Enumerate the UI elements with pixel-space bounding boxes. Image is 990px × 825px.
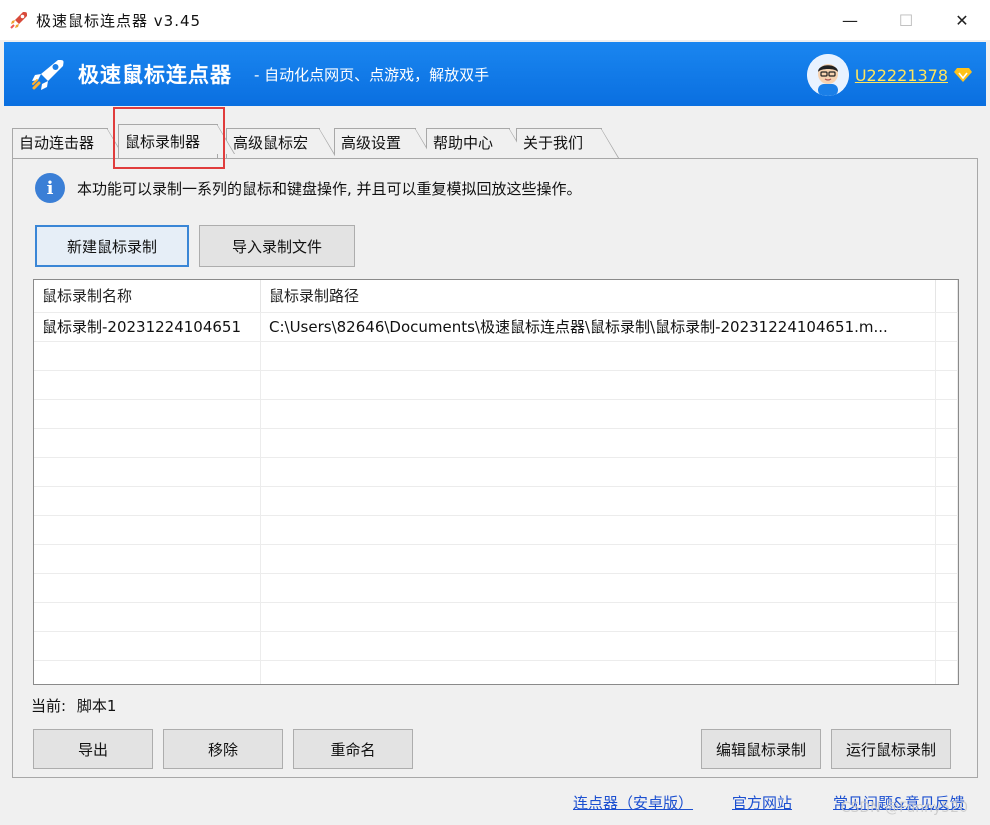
remove-button[interactable]: 移除 bbox=[163, 729, 283, 769]
current-value: 脚本1 bbox=[76, 697, 117, 715]
header-banner: 极速鼠标连点器 - 自动化点网页、点游戏，解放双手 U22221378 bbox=[4, 42, 986, 106]
empty-row bbox=[34, 428, 958, 457]
rocket-icon bbox=[8, 9, 30, 31]
empty-row bbox=[34, 486, 958, 515]
empty-row bbox=[34, 544, 958, 573]
android-version-link[interactable]: 连点器（安卓版） bbox=[573, 792, 693, 813]
table-header: 鼠标录制名称 鼠标录制路径 bbox=[34, 280, 958, 312]
brand-name: 极速鼠标连点器 bbox=[78, 63, 232, 87]
new-recording-button[interactable]: 新建鼠标录制 bbox=[35, 225, 189, 267]
rename-button[interactable]: 重命名 bbox=[293, 729, 413, 769]
recordings-table[interactable]: 鼠标录制名称 鼠标录制路径 鼠标录制-20231224104651 C:\Use… bbox=[33, 279, 959, 685]
info-icon: i bbox=[35, 173, 65, 203]
edit-recording-button[interactable]: 编辑鼠标录制 bbox=[701, 729, 821, 769]
tab-advanced-macro[interactable]: 高级鼠标宏 bbox=[226, 128, 337, 158]
table-body: 鼠标录制-20231224104651 C:\Users\82646\Docum… bbox=[34, 312, 958, 684]
official-website-link[interactable]: 官方网站 bbox=[732, 792, 792, 813]
info-text: 本功能可以录制一系列的鼠标和键盘操作, 并且可以重复模拟回放这些操作。 bbox=[77, 179, 582, 198]
current-label: 当前: bbox=[31, 697, 67, 715]
tab-about-us[interactable]: 关于我们 bbox=[516, 128, 619, 158]
current-script: 当前: 脚本1 bbox=[31, 695, 116, 716]
vip-diamond-icon bbox=[954, 67, 972, 83]
tab-advanced-settings[interactable]: 高级设置 bbox=[334, 128, 433, 158]
tab-help-center[interactable]: 帮助中心 bbox=[426, 128, 527, 158]
empty-row bbox=[34, 341, 958, 370]
info-banner: i 本功能可以录制一系列的鼠标和键盘操作, 并且可以重复模拟回放这些操作。 bbox=[35, 173, 582, 203]
empty-row bbox=[34, 573, 958, 602]
recorder-panel: i 本功能可以录制一系列的鼠标和键盘操作, 并且可以重复模拟回放这些操作。 新建… bbox=[12, 158, 978, 778]
table-row[interactable]: 鼠标录制-20231224104651 C:\Users\82646\Docum… bbox=[34, 312, 958, 341]
column-header-path[interactable]: 鼠标录制路径 bbox=[261, 280, 936, 312]
avatar[interactable] bbox=[806, 54, 849, 96]
empty-row bbox=[34, 602, 958, 631]
recording-name-cell[interactable]: 鼠标录制-20231224104651 bbox=[34, 313, 261, 341]
username-link[interactable]: U22221378 bbox=[855, 66, 948, 85]
rocket-logo-icon bbox=[28, 54, 68, 94]
empty-row bbox=[34, 515, 958, 544]
empty-row bbox=[34, 399, 958, 428]
empty-row bbox=[34, 370, 958, 399]
close-button[interactable]: ✕ bbox=[934, 0, 990, 40]
empty-row bbox=[34, 660, 958, 684]
slogan: - 自动化点网页、点游戏，解放双手 bbox=[254, 65, 490, 84]
column-header-filler bbox=[936, 280, 958, 312]
minimize-button[interactable]: — bbox=[822, 0, 878, 40]
column-header-name[interactable]: 鼠标录制名称 bbox=[34, 280, 261, 312]
empty-row bbox=[34, 457, 958, 486]
import-file-button[interactable]: 导入录制文件 bbox=[199, 225, 355, 267]
user-area[interactable]: U22221378 bbox=[806, 54, 972, 96]
tab-mouse-recorder[interactable]: 鼠标录制器 bbox=[118, 124, 235, 158]
tab-auto-clicker[interactable]: 自动连击器 bbox=[12, 128, 125, 158]
empty-row bbox=[34, 631, 958, 660]
maximize-button[interactable]: ☐ bbox=[878, 0, 934, 40]
window-title: 极速鼠标连点器 v3.45 bbox=[36, 11, 202, 30]
title-bar: 极速鼠标连点器 v3.45 — ☐ ✕ bbox=[0, 0, 990, 40]
export-button[interactable]: 导出 bbox=[33, 729, 153, 769]
run-recording-button[interactable]: 运行鼠标录制 bbox=[831, 729, 951, 769]
recording-path-cell[interactable]: C:\Users\82646\Documents\极速鼠标连点器\鼠标录制\鼠标… bbox=[261, 313, 936, 341]
watermark: CSDN @Funny520 bbox=[840, 800, 968, 816]
